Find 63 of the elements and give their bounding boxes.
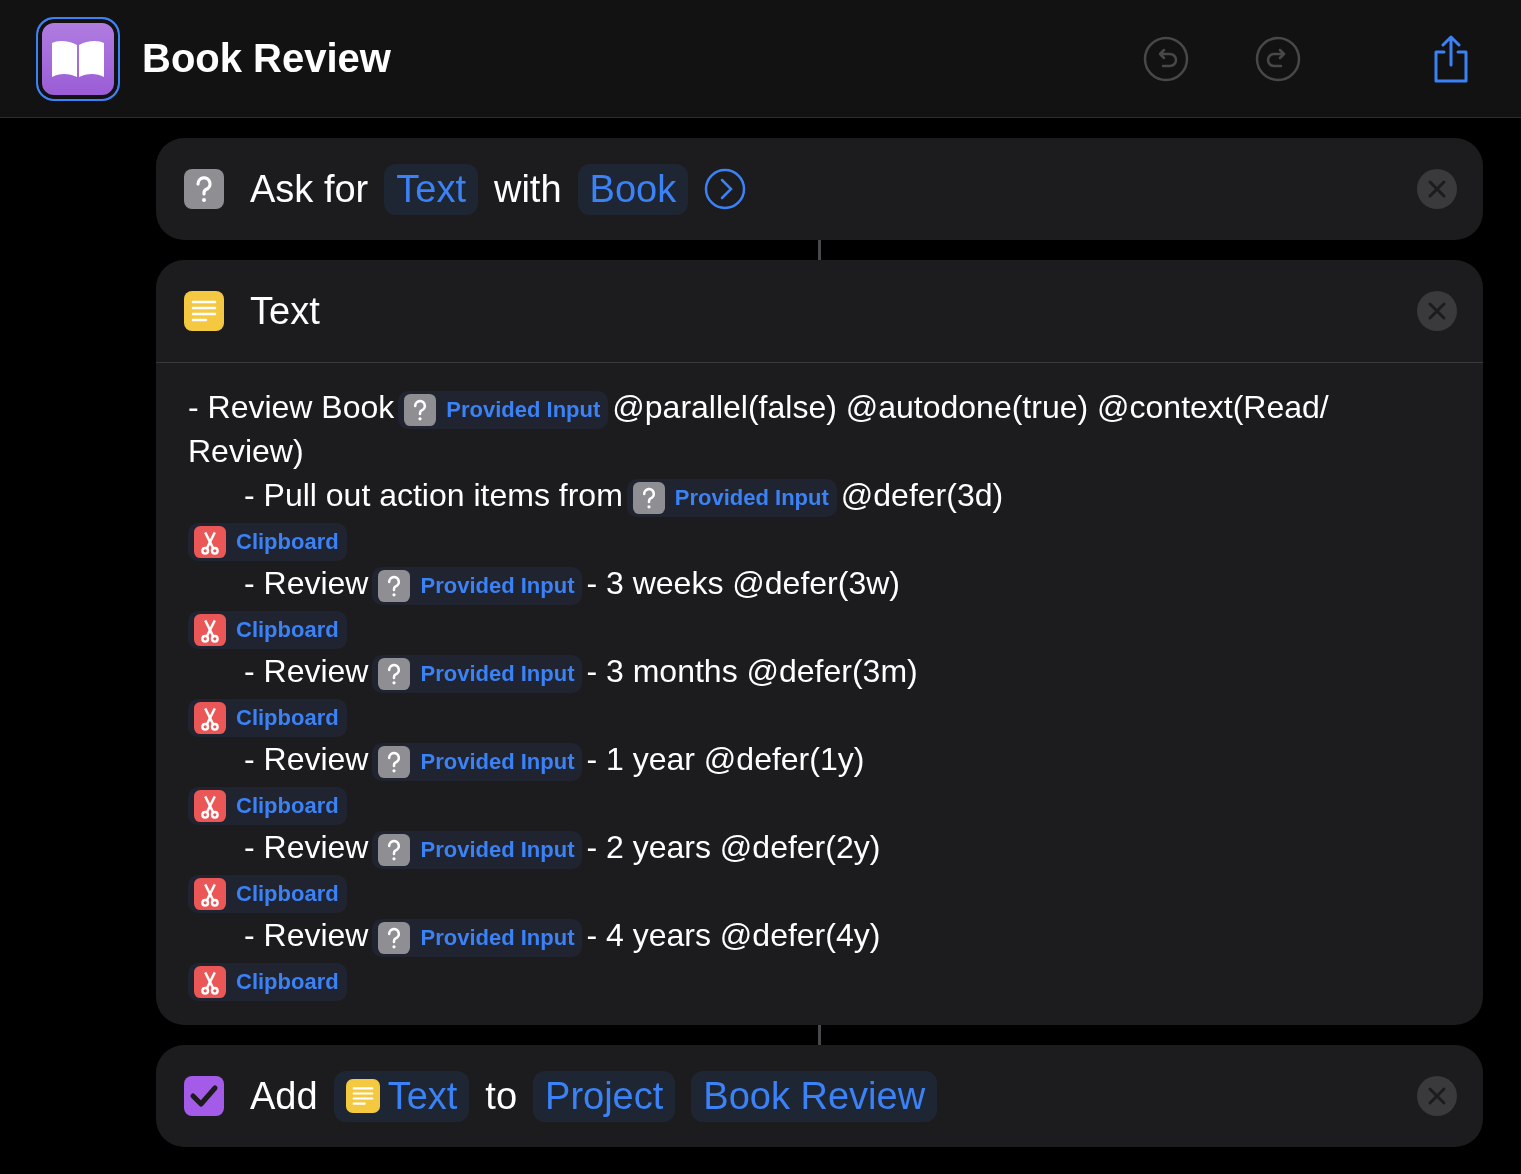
text-line: - 1 year @defer(1y) bbox=[586, 741, 865, 777]
remove-button[interactable] bbox=[1417, 1076, 1457, 1116]
text-line: Review) bbox=[188, 433, 304, 469]
redo-icon[interactable] bbox=[1255, 35, 1301, 82]
scissors-icon bbox=[194, 701, 226, 734]
chevron-circle-icon[interactable] bbox=[704, 168, 747, 210]
variable-token[interactable]: Project bbox=[533, 1070, 676, 1122]
question-mark-icon bbox=[404, 393, 437, 426]
question-mark-icon bbox=[378, 657, 411, 690]
variable-token[interactable]: Provided Input bbox=[398, 390, 609, 429]
variable-token[interactable]: Provided Input bbox=[372, 654, 583, 693]
question-mark-icon bbox=[378, 833, 411, 866]
remove-button[interactable] bbox=[1417, 169, 1457, 209]
variable-token[interactable]: Provided Input bbox=[372, 918, 583, 957]
text-line: - Pull out action items from bbox=[244, 477, 623, 513]
question-mark-icon bbox=[378, 921, 411, 954]
action-label: with bbox=[493, 167, 562, 211]
text-line: - Review bbox=[244, 741, 369, 777]
app-icon[interactable] bbox=[36, 16, 120, 101]
variable-token[interactable]: Clipboard bbox=[188, 962, 347, 1001]
question-mark-icon bbox=[378, 745, 411, 778]
text-line: - Review bbox=[244, 917, 369, 953]
variable-token[interactable]: Provided Input bbox=[372, 742, 583, 781]
note-icon bbox=[184, 291, 224, 331]
variable-token[interactable]: Provided Input bbox=[372, 566, 583, 605]
text-line: @defer(3d) bbox=[840, 477, 1004, 513]
question-mark-icon bbox=[632, 481, 665, 514]
action-label: Text bbox=[250, 289, 320, 333]
action-label: Ask for bbox=[250, 167, 369, 211]
variable-token[interactable]: Clipboard bbox=[188, 786, 347, 825]
scissors-icon bbox=[194, 965, 226, 998]
variable-token[interactable]: Text bbox=[333, 1070, 470, 1122]
note-icon bbox=[345, 1079, 380, 1113]
text-line: - Review bbox=[244, 565, 369, 601]
undo-icon[interactable] bbox=[1143, 35, 1189, 82]
text-line: - 2 years @defer(2y) bbox=[586, 829, 881, 865]
variable-token[interactable]: Clipboard bbox=[188, 522, 347, 561]
shortcut-title: Book Review bbox=[142, 36, 391, 81]
text-line: - Review Book bbox=[188, 389, 395, 425]
text-line: @parallel(false) @autodone(true) @context(Read/ bbox=[612, 389, 1329, 425]
question-mark-icon bbox=[378, 569, 411, 602]
text-line: - 3 months @defer(3m) bbox=[586, 653, 918, 689]
action-label: to bbox=[485, 1074, 518, 1118]
scissors-icon bbox=[194, 613, 226, 646]
variable-token[interactable]: Clipboard bbox=[188, 874, 347, 913]
checkbox-icon bbox=[184, 1076, 224, 1116]
action-label: Add bbox=[250, 1074, 318, 1118]
variable-token[interactable]: Provided Input bbox=[626, 478, 837, 517]
question-mark-icon bbox=[184, 169, 224, 209]
variable-token[interactable]: Clipboard bbox=[188, 610, 347, 649]
text-line: - 4 years @defer(4y) bbox=[586, 917, 881, 953]
scissors-icon bbox=[194, 525, 226, 558]
text-line: - Review bbox=[244, 653, 369, 689]
text-line: - Review bbox=[244, 829, 369, 865]
text-line: - 3 weeks @defer(3w) bbox=[586, 565, 900, 601]
scissors-icon bbox=[194, 789, 226, 822]
variable-token[interactable]: Clipboard bbox=[188, 698, 347, 737]
variable-token[interactable]: Text bbox=[384, 163, 478, 215]
scissors-icon bbox=[194, 877, 226, 910]
remove-button[interactable] bbox=[1417, 291, 1457, 331]
variable-token[interactable]: Provided Input bbox=[372, 830, 583, 869]
variable-token[interactable]: Book bbox=[577, 163, 689, 215]
variable-token[interactable]: Book Review bbox=[691, 1070, 938, 1122]
